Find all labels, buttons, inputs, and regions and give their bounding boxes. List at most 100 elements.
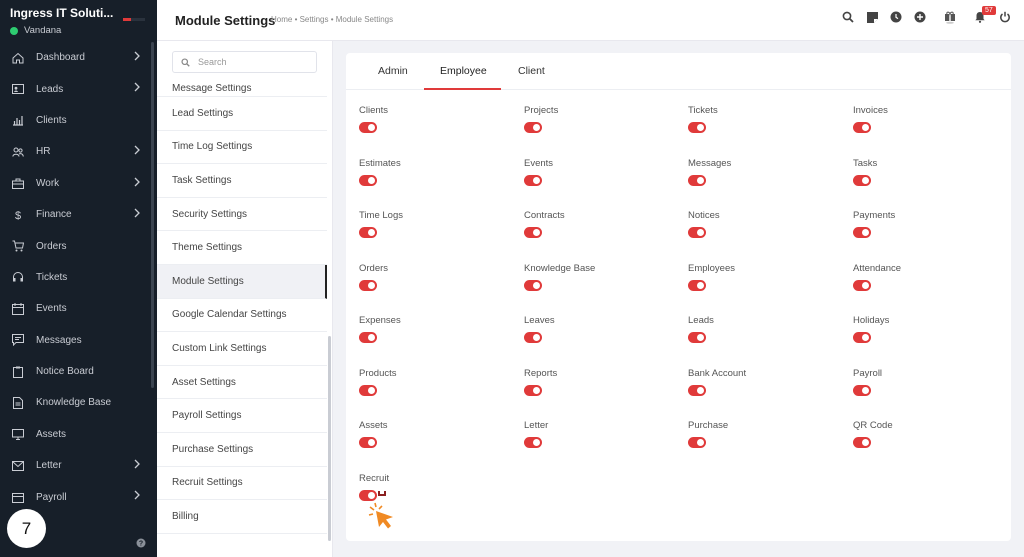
settings-menu-item-google-calendar-settings[interactable]: Google Calendar Settings — [157, 299, 327, 333]
sidebar-item-tickets[interactable]: Tickets — [0, 262, 157, 293]
products-toggle[interactable] — [359, 384, 377, 396]
sidebar-item-orders[interactable]: Orders — [0, 230, 157, 261]
breadcrumb: Home • Settings • Module Settings — [271, 15, 394, 24]
sidebar-item-finance[interactable]: $ Finance — [0, 199, 157, 230]
leads-toggle[interactable] — [688, 332, 706, 343]
search-icon — [181, 57, 190, 67]
module-attendance: Attendance — [853, 263, 1013, 303]
leaves-toggle[interactable] — [524, 332, 542, 343]
invoices-toggle[interactable] — [853, 122, 871, 133]
clock-icon[interactable] — [889, 10, 903, 24]
sidebar-item-notice-board[interactable]: Notice Board — [0, 356, 157, 387]
module-settings-card: Admin Employee Client Clients Projects Tic… — [346, 53, 1011, 541]
active-tab-indicator — [424, 88, 501, 90]
power-icon[interactable] — [998, 10, 1012, 24]
settings-menu-item-message-settings[interactable]: Message Settings — [157, 84, 327, 97]
tasks-toggle[interactable] — [853, 174, 871, 186]
settings-menu-item-task-settings[interactable]: Task Settings — [157, 164, 327, 198]
settings-menu-item-security-settings[interactable]: Security Settings — [157, 198, 327, 232]
settings-menu-item-time-log-settings[interactable]: Time Log Settings — [157, 131, 327, 165]
reports-toggle[interactable] — [524, 384, 542, 396]
sidebar-item-assets[interactable]: Assets — [0, 419, 157, 450]
step-indicator: 7 — [7, 509, 46, 548]
sidebar-item-messages[interactable]: Messages — [0, 325, 157, 356]
settings-menu-item-asset-settings[interactable]: Asset Settings — [157, 366, 327, 400]
employees-toggle[interactable] — [688, 279, 706, 291]
sidebar-item-dashboard[interactable]: Dashboard — [0, 42, 157, 73]
contracts-toggle[interactable] — [524, 227, 542, 238]
payroll-toggle[interactable] — [853, 384, 871, 396]
top-header: Module Settings Home • Settings • Module… — [157, 0, 1024, 41]
search-icon[interactable] — [841, 10, 855, 24]
orders-toggle[interactable] — [359, 279, 377, 291]
knowledge-base-toggle[interactable] — [524, 279, 542, 291]
module-label: Clients — [359, 105, 389, 116]
home-icon — [11, 51, 25, 65]
module-label: Tasks — [853, 157, 878, 169]
module-leads: Leads — [688, 315, 848, 355]
holidays-toggle[interactable] — [853, 332, 871, 343]
id-card-icon — [11, 82, 25, 96]
sidebar-scrollbar[interactable] — [151, 42, 154, 388]
messages-toggle[interactable] — [688, 174, 706, 186]
purchase-toggle[interactable] — [688, 437, 706, 448]
attendance-toggle[interactable] — [853, 279, 871, 291]
settings-menu-item-custom-link-settings[interactable]: Custom Link Settings — [157, 332, 327, 366]
add-circle-icon[interactable] — [913, 10, 927, 24]
settings-menu-item-payroll-settings[interactable]: Payroll Settings — [157, 399, 327, 433]
envelope-icon — [11, 459, 25, 473]
sidebar-toggle[interactable] — [123, 18, 145, 21]
sidebar-item-hr[interactable]: HR — [0, 136, 157, 167]
tab-employee[interactable]: Employee — [440, 65, 487, 77]
help-icon[interactable]: ? — [136, 535, 146, 553]
module-messages: Messages — [688, 158, 848, 198]
time-logs-toggle[interactable] — [359, 227, 377, 238]
sidebar-item-events[interactable]: Events — [0, 293, 157, 324]
settings-menu-item-recruit-settings[interactable]: Recruit Settings — [157, 467, 327, 501]
module-notices: Notices — [688, 210, 848, 250]
estimates-toggle[interactable] — [359, 174, 377, 186]
sidebar-item-label: Events — [36, 303, 67, 315]
people-icon — [11, 145, 25, 159]
module-label: Purchase — [688, 420, 729, 431]
sidebar-item-letter[interactable]: Letter — [0, 450, 157, 481]
qr-code-toggle[interactable] — [853, 437, 871, 448]
clients-toggle[interactable] — [359, 122, 377, 133]
sidebar-item-leads[interactable]: Leads — [0, 73, 157, 104]
settings-search-input[interactable]: Search — [172, 51, 317, 73]
tickets-toggle[interactable] — [688, 122, 706, 133]
clipboard-icon — [11, 365, 25, 379]
sidebar-item-label: Payroll — [36, 491, 67, 503]
assets-toggle[interactable] — [359, 437, 377, 448]
settings-menu-scrollbar[interactable] — [328, 336, 331, 541]
settings-menu-item-billing[interactable]: Billing — [157, 500, 327, 534]
chevron-right-icon — [134, 177, 140, 190]
module-label: Notices — [688, 210, 720, 221]
module-reports: Reports — [524, 368, 684, 408]
settings-menu-item-module-settings[interactable]: Module Settings — [157, 264, 327, 299]
sidebar-item-label: Notice Board — [36, 366, 94, 378]
module-time-logs: Time Logs — [359, 210, 519, 250]
sidebar-item-clients[interactable]: Clients — [0, 105, 157, 136]
tab-admin[interactable]: Admin — [378, 65, 408, 77]
sidebar-item-work[interactable]: Work — [0, 168, 157, 199]
payments-toggle[interactable] — [853, 227, 871, 238]
settings-menu: Search Message Settings Lead Settings Time… — [157, 41, 333, 557]
cursor-pointer-icon — [366, 488, 400, 538]
chevron-right-icon — [134, 145, 140, 158]
bank-account-toggle[interactable] — [688, 384, 706, 396]
sidebar-item-knowledge-base[interactable]: Knowledge Base — [0, 387, 157, 418]
sticky-note-icon[interactable] — [865, 10, 879, 24]
letter-toggle[interactable] — [524, 437, 542, 448]
gift-icon[interactable] — [943, 10, 957, 24]
expenses-toggle[interactable] — [359, 332, 377, 343]
tab-client[interactable]: Client — [518, 65, 545, 77]
notices-toggle[interactable] — [688, 227, 706, 238]
projects-toggle[interactable] — [524, 122, 542, 133]
settings-menu-item-theme-settings[interactable]: Theme Settings — [157, 231, 327, 265]
events-toggle[interactable] — [524, 174, 542, 186]
settings-menu-item-lead-settings[interactable]: Lead Settings — [157, 97, 327, 131]
module-label: Holidays — [853, 315, 890, 326]
settings-menu-item-purchase-settings[interactable]: Purchase Settings — [157, 433, 327, 467]
brand-block[interactable]: Ingress IT Soluti... Vandana — [0, 0, 157, 42]
